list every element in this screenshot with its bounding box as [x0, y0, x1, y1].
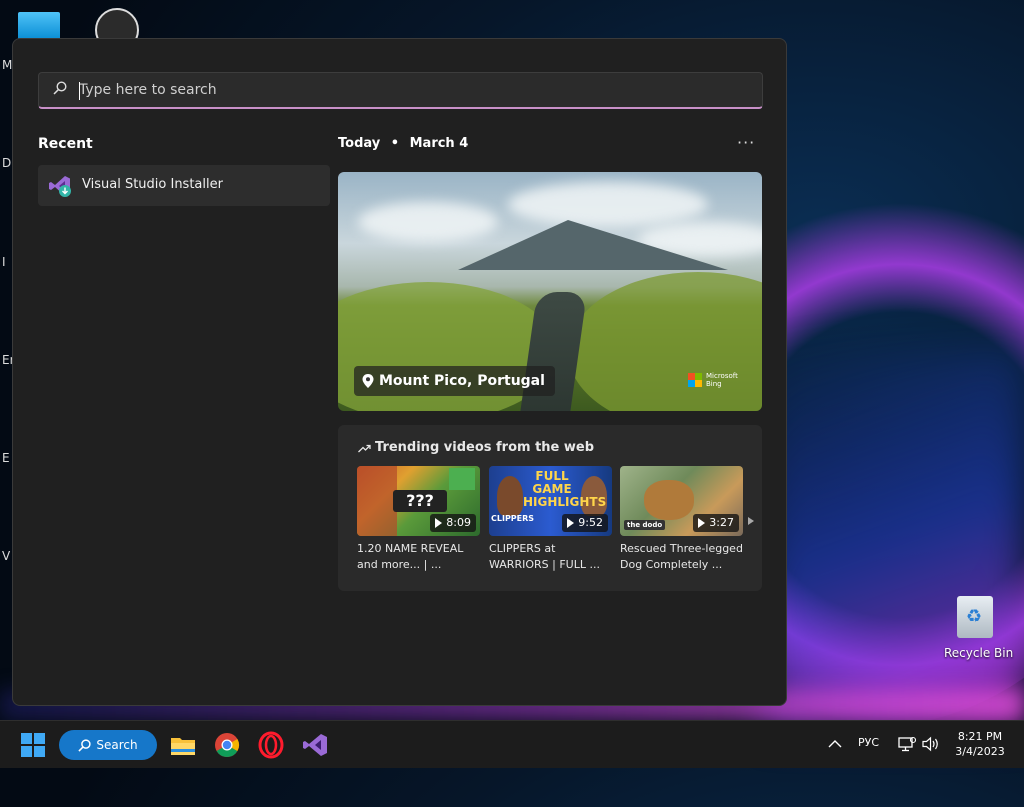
hero-mountain [458, 220, 728, 270]
scroll-right-arrow-icon[interactable] [748, 517, 754, 525]
search-icon [53, 81, 67, 95]
recycle-bin-label: Recycle Bin [944, 646, 1014, 660]
trending-arrow-icon [358, 444, 371, 452]
video-title: 1.20 NAME REVEAL and more... | ... [357, 542, 464, 571]
recycle-bin-icon: ♻ [957, 596, 993, 638]
search-input[interactable] [79, 79, 739, 101]
bing-line-1: Microsoft [706, 372, 738, 380]
more-options-button[interactable]: ··· [737, 133, 755, 152]
desktop-icon-label: E [2, 451, 10, 465]
today-label: Today [338, 136, 381, 151]
video-thumb-text: ??? [393, 490, 447, 512]
wallpaper-glow-secondary [764, 348, 1024, 728]
video-thumb-text: FULL GAME [532, 469, 572, 496]
video-thumb-text: the dodo [624, 520, 666, 530]
recycle-bin[interactable]: ♻ Recycle Bin [944, 596, 1014, 660]
text-caret [79, 82, 80, 100]
play-icon [698, 518, 706, 528]
network-icon[interactable] [898, 736, 916, 752]
hero-caption[interactable]: Mount Pico, Portugal [354, 366, 555, 396]
recent-item-visual-studio-installer[interactable]: Visual Studio Installer [38, 165, 355, 326]
search-icon [78, 738, 92, 752]
video-duration-text: 8:09 [446, 516, 471, 529]
today-header: Today • March 4 [338, 136, 468, 151]
desktop-icon-label: I [2, 255, 6, 269]
hero-image-card[interactable]: Mount Pico, Portugal Microsoft Bing [338, 172, 762, 411]
recent-item-label: Visual Studio Installer [82, 177, 223, 192]
trending-video[interactable]: FULL GAME HIGHLIGHTS CLIPPERS 9:52 CLIPP… [489, 466, 612, 573]
clock-time: 8:21 PM [957, 730, 1003, 743]
play-icon [567, 518, 575, 528]
today-separator: • [390, 136, 400, 151]
location-pin-icon [362, 374, 374, 388]
video-thumbnail: FULL GAME HIGHLIGHTS CLIPPERS 9:52 [489, 466, 612, 536]
video-duration: 9:52 [562, 514, 608, 532]
bing-text: Microsoft Bing [706, 372, 738, 388]
chrome-icon[interactable] [213, 731, 241, 759]
trending-title-text: Trending videos from the web [375, 440, 595, 455]
desktop-icon-label: M [2, 58, 13, 72]
chevron-up-icon[interactable] [828, 739, 842, 749]
visual-studio-installer-icon [49, 176, 71, 197]
video-duration-text: 3:27 [709, 516, 734, 529]
video-title: Rescued Three-legged Dog Completely ... [620, 542, 743, 571]
desktop-icon-label: V [2, 549, 11, 563]
video-thumbnail: the dodo 3:27 [620, 466, 743, 536]
taskbar: Search РУС 8:21 PM 3/4/2023 [0, 720, 1024, 768]
volume-icon[interactable] [922, 736, 940, 752]
file-explorer-icon[interactable] [169, 731, 197, 759]
taskbar-search-button[interactable]: Search [59, 730, 157, 760]
language-indicator[interactable]: РУС [858, 736, 879, 749]
clock-date: 3/4/2023 [955, 745, 1005, 758]
start-menu-panel: Recent Visual Studio Installer Today • M… [12, 38, 787, 706]
trending-videos-card: Trending videos from the web ??? 8:09 1.… [338, 425, 762, 591]
opera-icon[interactable] [257, 731, 285, 759]
visual-studio-icon[interactable] [301, 731, 329, 759]
microsoft-bing-logo: Microsoft Bing [688, 372, 738, 388]
trending-video[interactable]: ??? 8:09 1.20 NAME REVEAL and more... | … [357, 466, 480, 573]
hero-caption-text: Mount Pico, Portugal [379, 373, 545, 389]
video-thumb-text: HIGHLIGHTS [523, 495, 607, 509]
video-title: CLIPPERS at WARRIORS | FULL ... [489, 542, 600, 571]
video-thumb-text: CLIPPERS [491, 514, 535, 523]
search-box[interactable] [38, 72, 763, 109]
windows-start-icon[interactable] [21, 733, 45, 757]
today-date: March 4 [409, 136, 469, 151]
trending-title: Trending videos from the web [358, 440, 594, 455]
video-duration: 3:27 [693, 514, 739, 532]
taskbar-search-label: Search [96, 738, 138, 752]
recent-title: Recent [38, 136, 93, 152]
bing-line-2: Bing [706, 380, 722, 388]
play-icon [435, 518, 443, 528]
video-duration: 8:09 [430, 514, 476, 532]
trending-video[interactable]: the dodo 3:27 Rescued Three-legged Dog C… [620, 466, 743, 573]
taskbar-clock[interactable]: 8:21 PM 3/4/2023 [950, 729, 1010, 759]
video-thumbnail: ??? 8:09 [357, 466, 480, 536]
microsoft-logo-icon [688, 373, 702, 387]
video-duration-text: 9:52 [578, 516, 603, 529]
